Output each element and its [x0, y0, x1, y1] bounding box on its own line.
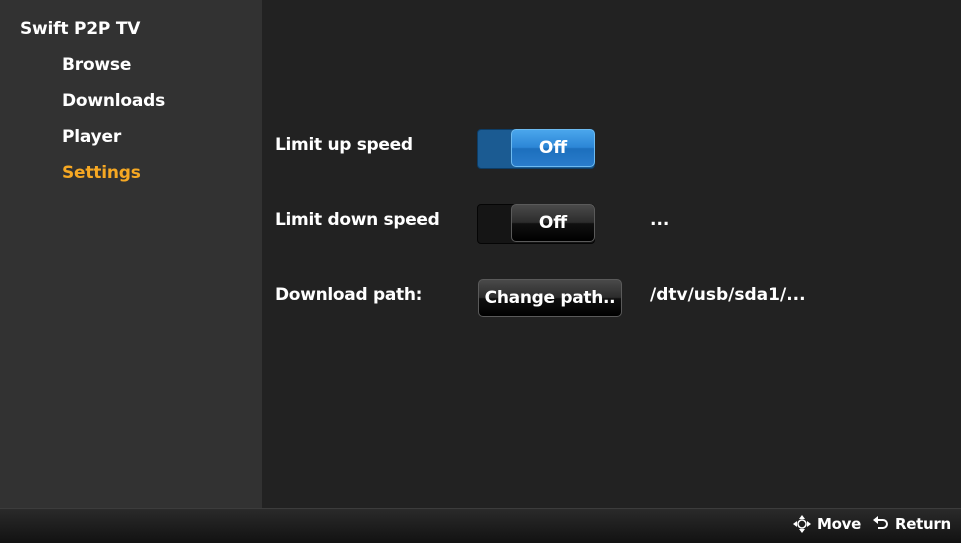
sidebar: Swift P2P TV Browse Downloads Player Set… — [0, 0, 262, 508]
settings-panel — [262, 0, 961, 508]
move-arrows-icon — [793, 515, 811, 533]
sidebar-item-downloads[interactable]: Downloads — [62, 91, 165, 111]
move-hint-label: Move — [817, 515, 861, 533]
sidebar-item-settings[interactable]: Settings — [62, 163, 141, 183]
return-hint[interactable]: Return — [872, 515, 951, 533]
limit-down-speed-value: ... — [650, 210, 670, 230]
sidebar-item-player[interactable]: Player — [62, 127, 121, 147]
limit-up-speed-label: Limit up speed — [275, 135, 413, 155]
limit-up-speed-toggle[interactable]: Off — [477, 129, 595, 169]
sidebar-item-browse[interactable]: Browse — [62, 55, 131, 75]
download-path-label: Download path: — [275, 285, 423, 305]
limit-down-speed-toggle[interactable]: Off — [477, 204, 595, 244]
footer-bar: Move Return — [0, 508, 961, 543]
return-hint-label: Return — [895, 515, 951, 533]
move-hint: Move — [793, 515, 861, 533]
limit-down-speed-toggle-knob: Off — [511, 204, 595, 242]
change-path-button[interactable]: Change path.. — [478, 279, 622, 317]
limit-up-speed-toggle-knob: Off — [511, 129, 595, 167]
return-arrow-icon — [873, 516, 888, 529]
download-path-value: /dtv/usb/sda1/... — [650, 285, 806, 305]
app-screen: Swift P2P TV Browse Downloads Player Set… — [0, 0, 961, 543]
app-title: Swift P2P TV — [20, 19, 141, 39]
limit-down-speed-label: Limit down speed — [275, 210, 440, 230]
